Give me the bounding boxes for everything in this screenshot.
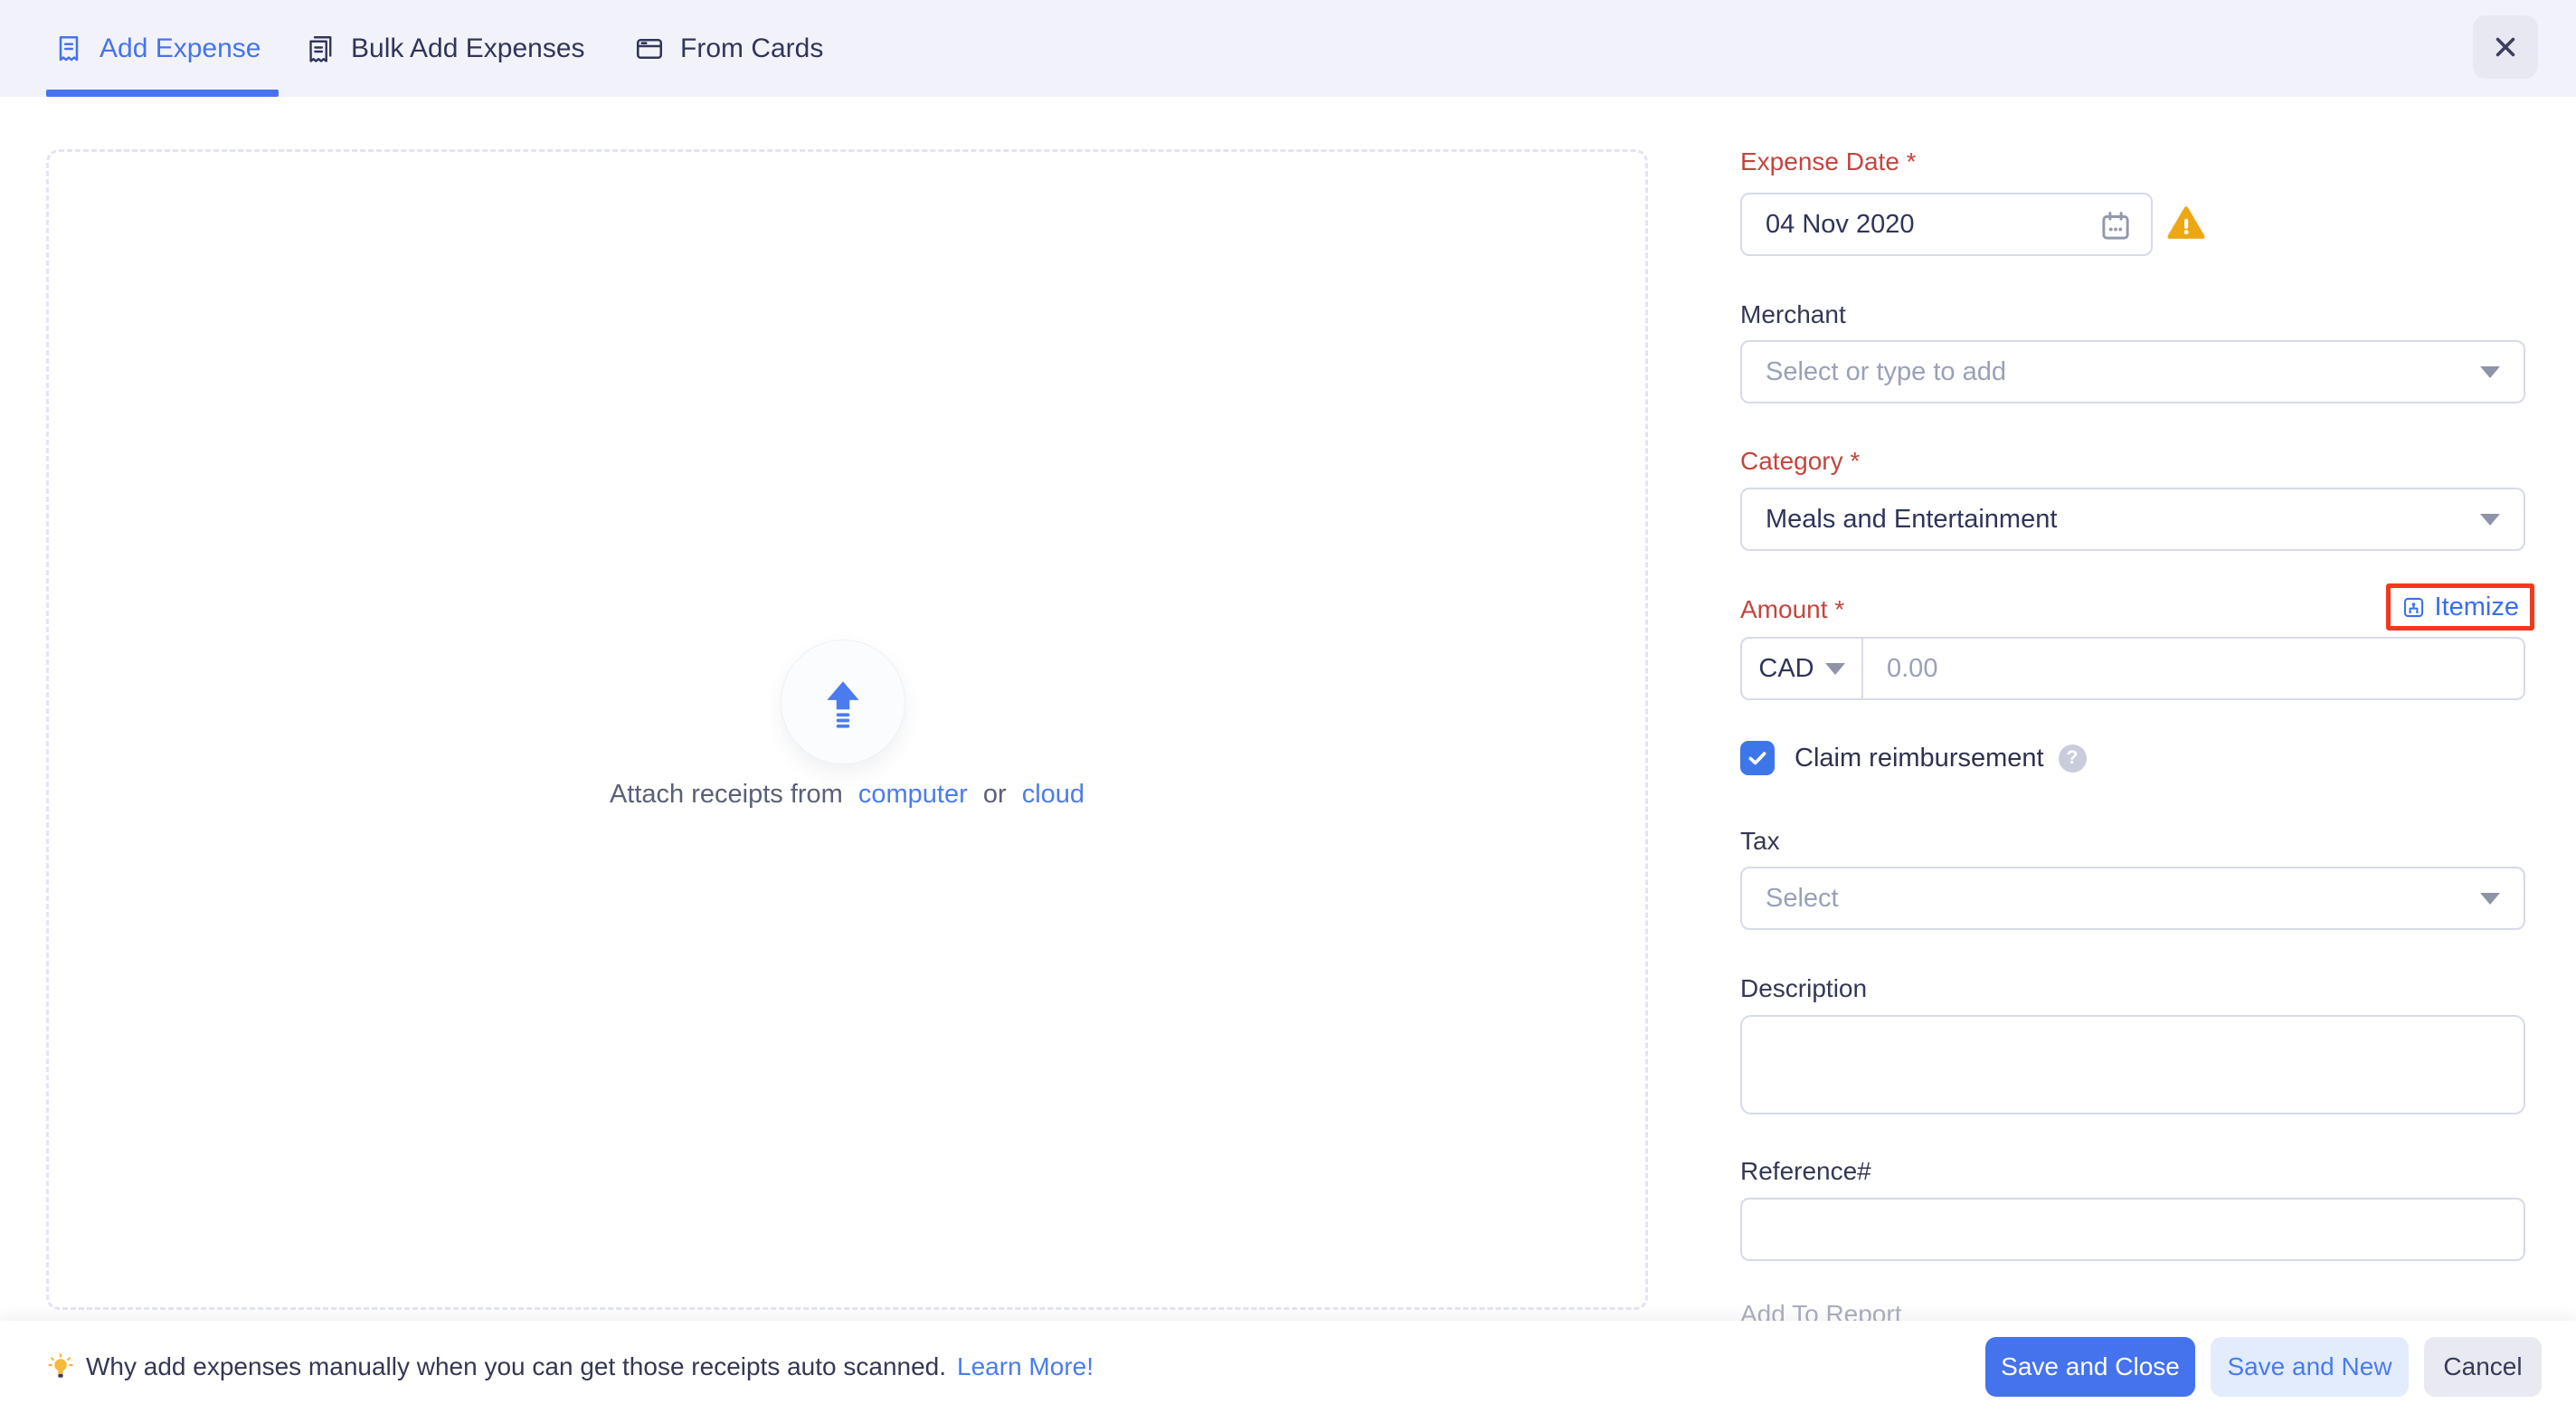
expense-date-field[interactable]	[1740, 193, 2153, 256]
save-and-close-button[interactable]: Save and Close	[1985, 1337, 2195, 1397]
claim-reimbursement-label: Claim reimbursement	[1795, 744, 2044, 773]
expense-date-label: Expense Date *	[1740, 147, 1917, 176]
tax-select[interactable]: Select	[1740, 867, 2525, 930]
tab-add-expense[interactable]: Add Expense	[52, 0, 260, 97]
check-icon	[1746, 746, 1769, 770]
itemize-icon[interactable]	[2401, 595, 2426, 620]
tax-label: Tax	[1740, 827, 1780, 856]
itemize-link[interactable]: Itemize	[2435, 593, 2519, 622]
category-select[interactable]: Meals and Entertainment	[1740, 488, 2525, 551]
chevron-down-icon	[2480, 514, 2500, 526]
credit-card-icon	[633, 33, 666, 65]
category-label: Category *	[1740, 447, 1860, 476]
required-asterisk: *	[1907, 147, 1917, 175]
upload-button[interactable]	[781, 640, 905, 764]
learn-more-link[interactable]: Learn More!	[957, 1352, 1094, 1381]
description-field	[1740, 1015, 2525, 1114]
attach-text: Attach receipts from	[610, 780, 843, 809]
save-and-new-button[interactable]: Save and New	[2211, 1337, 2409, 1397]
receipts-stack-icon	[304, 33, 336, 65]
reference-field	[1740, 1198, 2525, 1261]
amount-label: Amount *	[1740, 595, 1844, 624]
reference-input[interactable]	[1742, 1200, 2524, 1259]
chevron-down-icon	[1825, 663, 1845, 675]
calendar-icon[interactable]	[2097, 207, 2135, 245]
chevron-down-icon	[2480, 893, 2500, 905]
description-label: Description	[1740, 974, 1867, 1003]
expense-form-panel: Expense Date * Merchant Select or type t…	[1740, 0, 2525, 1413]
attach-or: or	[983, 780, 1007, 809]
merchant-placeholder: Select or type to add	[1766, 357, 2006, 387]
help-icon[interactable]: ?	[2059, 744, 2087, 773]
claim-reimbursement-checkbox[interactable]	[1740, 741, 1775, 775]
tax-placeholder: Select	[1766, 884, 1839, 914]
merchant-select[interactable]: Select or type to add	[1740, 340, 2525, 403]
upload-arrow-icon	[817, 676, 869, 728]
attach-instruction: Attach receipts from computer or cloud	[49, 780, 1645, 810]
auto-scan-tip: Why add expenses manually when you can g…	[46, 1321, 1094, 1413]
receipt-dropzone[interactable]: Attach receipts from computer or cloud	[46, 149, 1648, 1310]
tab-bulk-add-expenses[interactable]: Bulk Add Expenses	[304, 0, 585, 97]
description-textarea[interactable]	[1742, 1017, 2524, 1113]
cancel-button[interactable]: Cancel	[2424, 1337, 2542, 1397]
amount-field-group: CAD	[1740, 637, 2525, 700]
currency-select[interactable]: CAD	[1742, 639, 1863, 698]
lightbulb-icon	[46, 1352, 75, 1381]
warning-icon	[2165, 204, 2207, 243]
tip-text: Why add expenses manually when you can g…	[86, 1352, 946, 1381]
add-expense-modal: Add Expense Bulk Add Expenses From Cards	[0, 0, 2576, 1413]
merchant-label: Merchant	[1740, 300, 1846, 329]
cloud-link[interactable]: cloud	[1022, 780, 1084, 809]
claim-reimbursement-row: Claim reimbursement ?	[1740, 740, 2087, 776]
currency-value: CAD	[1758, 654, 1814, 684]
footer-bar: Why add expenses manually when you can g…	[0, 1321, 2576, 1413]
reference-label: Reference#	[1740, 1157, 1871, 1186]
tab-label: From Cards	[680, 33, 823, 64]
tab-from-cards[interactable]: From Cards	[633, 0, 823, 97]
receipt-icon	[52, 33, 85, 65]
chevron-down-icon	[2480, 366, 2500, 378]
required-asterisk: *	[1834, 595, 1844, 623]
tab-label: Add Expense	[99, 33, 260, 64]
itemize-link-highlight: Itemize	[2386, 583, 2534, 631]
expense-date-input[interactable]	[1742, 194, 2151, 254]
required-asterisk: *	[1850, 447, 1860, 475]
computer-link[interactable]: computer	[858, 780, 968, 809]
amount-input[interactable]	[1863, 639, 2524, 698]
category-value: Meals and Entertainment	[1766, 505, 2057, 535]
tab-label: Bulk Add Expenses	[351, 33, 585, 64]
